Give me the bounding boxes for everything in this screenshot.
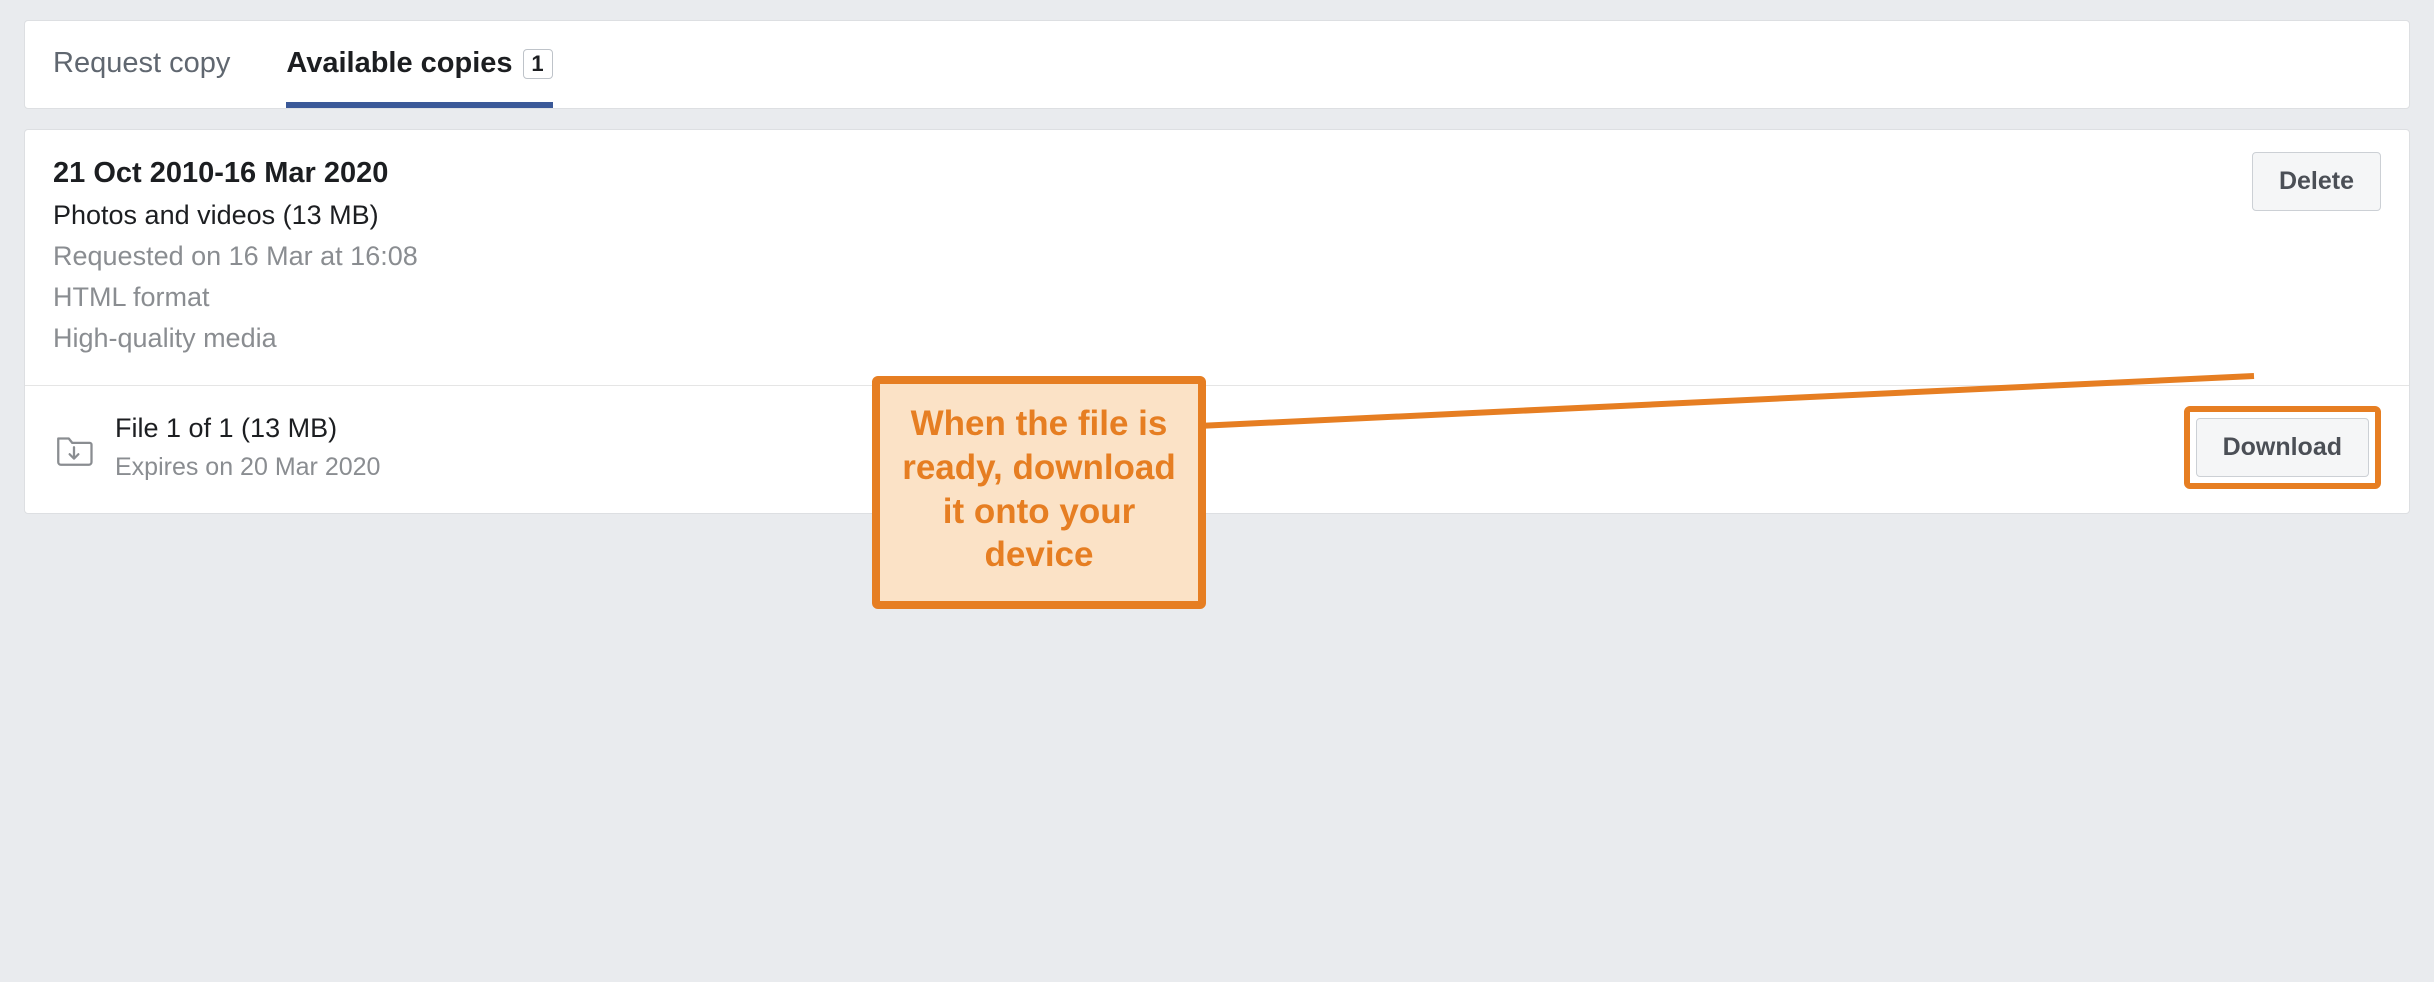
tabs-card: Request copy Available copies 1 <box>24 20 2410 109</box>
file-row: File 1 of 1 (13 MB) Expires on 20 Mar 20… <box>25 386 2409 513</box>
download-highlight: Download <box>2184 406 2381 489</box>
tab-request-copy[interactable]: Request copy <box>53 21 230 108</box>
tabs-bar: Request copy Available copies 1 <box>25 21 2409 108</box>
copy-requested: Requested on 16 Mar at 16:08 <box>53 237 418 276</box>
tab-count-badge: 1 <box>523 49 553 79</box>
tab-label: Request copy <box>53 47 230 80</box>
copy-format: HTML format <box>53 278 418 317</box>
copy-summary: 21 Oct 2010-16 Mar 2020 Photos and video… <box>25 130 2409 386</box>
copy-quality: High-quality media <box>53 319 418 358</box>
delete-button[interactable]: Delete <box>2252 152 2381 211</box>
copy-date-range: 21 Oct 2010-16 Mar 2020 <box>53 152 418 194</box>
copy-card: 21 Oct 2010-16 Mar 2020 Photos and video… <box>24 129 2410 514</box>
folder-download-icon <box>53 428 95 470</box>
annotation-callout: When the file is ready, download it onto… <box>872 376 1206 609</box>
tab-available-copies[interactable]: Available copies 1 <box>286 21 552 108</box>
download-button[interactable]: Download <box>2196 418 2369 477</box>
tab-label: Available copies <box>286 47 512 80</box>
annotation-text: When the file is ready, download it onto… <box>902 404 1176 574</box>
copy-meta: 21 Oct 2010-16 Mar 2020 Photos and video… <box>53 152 418 359</box>
copy-content: Photos and videos (13 MB) <box>53 196 418 235</box>
